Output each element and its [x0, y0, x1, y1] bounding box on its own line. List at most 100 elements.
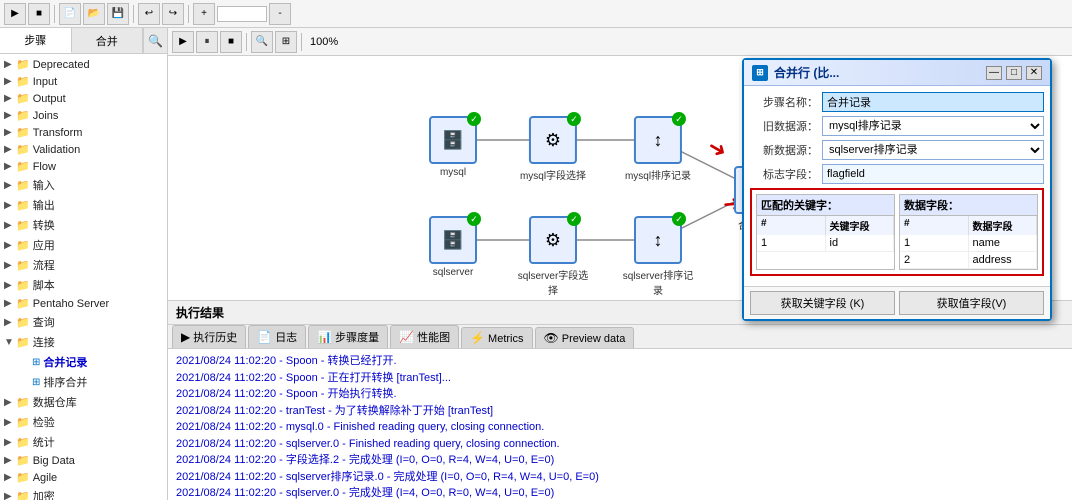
toolbar-btn-open[interactable]: 📂 — [83, 3, 105, 25]
folder-icon: 📁 — [16, 316, 30, 329]
toolbar-sep-2 — [133, 5, 134, 23]
form-row-flag: 标志字段： — [750, 164, 1044, 184]
folder-arrow: ▶ — [4, 59, 16, 70]
sidebar-item-20[interactable]: ▶📁统计 — [0, 432, 167, 452]
sidebar-item-17[interactable]: ⊞排序合并 — [0, 372, 167, 392]
dialog-maximize-btn[interactable]: □ — [1006, 66, 1022, 80]
results-tab-1[interactable]: 📄日志 — [248, 325, 306, 348]
folder-icon: 📁 — [16, 179, 30, 192]
sidebar-tab-merge[interactable]: 合并 — [72, 28, 144, 53]
results-tab-2[interactable]: 📊步骤度量 — [308, 325, 388, 348]
sidebar-item-label: Big Data — [33, 455, 75, 467]
sidebar-item-18[interactable]: ▶📁数据仓库 — [0, 392, 167, 412]
node-icon-box: ↕ ✓ — [634, 216, 682, 264]
tab-icon-1: 📄 — [257, 330, 272, 344]
sidebar-item-19[interactable]: ▶📁检验 — [0, 412, 167, 432]
folder-arrow: ▶ — [4, 397, 16, 408]
folder-icon: 📁 — [16, 297, 30, 310]
sidebar-item-23[interactable]: ▶📁加密 — [0, 486, 167, 500]
toolbar-btn-zoom-out[interactable]: - — [269, 3, 291, 25]
sidebar-item-3[interactable]: ▶📁Joins — [0, 107, 167, 124]
canvas-btn-zoom-in[interactable]: 🔍 — [251, 31, 273, 53]
canvas-btn-pause[interactable]: ⏸ — [196, 31, 218, 53]
canvas-node-sqlserver_field[interactable]: ⚙ ✓ sqlserver字段选择 — [513, 216, 593, 297]
tables-section: 匹配的关键字： # 关键字段 1id 数据字段： # 数据字段 — [750, 188, 1044, 276]
canvas-btn-run[interactable]: ▶ — [172, 31, 194, 53]
sidebar-item-10[interactable]: ▶📁应用 — [0, 235, 167, 255]
canvas-node-sqlserver_sort[interactable]: ↕ ✓ sqlserver排序记录 — [618, 216, 698, 297]
tab-icon-4: ⚡ — [470, 331, 485, 345]
canvas-node-sqlserver[interactable]: 🗄️ ✓ sqlserver — [429, 216, 477, 278]
toolbar-btn-save[interactable]: 💾 — [107, 3, 129, 25]
sidebar-tab-steps[interactable]: 步骤 — [0, 28, 72, 53]
toolbar-btn-redo[interactable]: ↪ — [162, 3, 184, 25]
sidebar-item-6[interactable]: ▶📁Flow — [0, 158, 167, 175]
match-row-num: 1 — [757, 235, 826, 252]
form-row-stepname: 步骤名称： — [750, 92, 1044, 112]
toolbar-btn-stop[interactable]: ■ — [28, 3, 50, 25]
sidebar-item-4[interactable]: ▶📁Transform — [0, 124, 167, 141]
data-table: 数据字段： # 数据字段 1name2address — [899, 194, 1038, 270]
zoom-input[interactable]: 100% — [217, 6, 267, 22]
sidebar-item-12[interactable]: ▶📁脚本 — [0, 275, 167, 295]
folder-arrow: ▶ — [4, 220, 16, 231]
folder-arrow: ▶ — [4, 200, 16, 211]
sidebar-item-9[interactable]: ▶📁转换 — [0, 215, 167, 235]
sidebar-item-5[interactable]: ▶📁Validation — [0, 141, 167, 158]
sidebar-search-btn[interactable]: 🔍 — [143, 28, 167, 53]
sidebar-item-22[interactable]: ▶📁Agile — [0, 469, 167, 486]
toolbar-sep-3 — [188, 5, 189, 23]
dialog-titlebar: ⊞ 合并行 (比... — □ ✕ — [744, 60, 1050, 86]
get-value-fields-button[interactable]: 获取值字段(V) — [899, 291, 1044, 315]
check-badge: ✓ — [567, 212, 581, 226]
node-icon-box: ⚙ ✓ — [529, 216, 577, 264]
canvas-node-mysql_sort[interactable]: ↕ ✓ mysql排序记录 — [625, 116, 691, 182]
step-name-input[interactable] — [822, 92, 1044, 112]
folder-icon: 📁 — [16, 436, 30, 449]
toolbar-btn-new[interactable]: 📄 — [59, 3, 81, 25]
canvas-node-mysql[interactable]: 🗄️ ✓ mysql — [429, 116, 477, 178]
sidebar-item-14[interactable]: ▶📁查询 — [0, 312, 167, 332]
old-source-select[interactable]: mysql排序记录 — [822, 116, 1044, 136]
toolbar-btn-run[interactable]: ▶ — [4, 3, 26, 25]
flag-input[interactable] — [822, 164, 1044, 184]
dialog-close-btn[interactable]: ✕ — [1026, 66, 1042, 80]
sidebar-item-13[interactable]: ▶📁Pentaho Server — [0, 295, 167, 312]
new-source-select[interactable]: sqlserver排序记录 — [822, 140, 1044, 160]
toolbar-btn-undo[interactable]: ↩ — [138, 3, 160, 25]
merge-dialog[interactable]: ⊞ 合并行 (比... — □ ✕ 步骤名称： 旧数据源： — [742, 58, 1052, 321]
canvas-area: ▶ ⏸ ■ 🔍 ⊞ 100% ➜ ➜ ➜ 🗄️ ✓ mysql ⚙ — [168, 28, 1072, 500]
sidebar-item-8[interactable]: ▶📁输出 — [0, 195, 167, 215]
get-key-fields-button[interactable]: 获取关键字段 (K) — [750, 291, 895, 315]
sidebar-item-1[interactable]: ▶📁Input — [0, 73, 167, 90]
toolbar-btn-zoom-in[interactable]: + — [193, 3, 215, 25]
sidebar-item-7[interactable]: ▶📁输入 — [0, 175, 167, 195]
data-col-field: 数据字段 — [969, 216, 1038, 235]
dialog-title: ⊞ 合并行 (比... — [752, 64, 839, 81]
match-table-header: 匹配的关键字： — [757, 195, 894, 216]
canvas-node-mysql_field[interactable]: ⚙ ✓ mysql字段选择 — [520, 116, 586, 182]
sidebar-item-label: 数据仓库 — [33, 394, 77, 410]
folder-icon: 📁 — [16, 219, 30, 232]
sidebar-item-15[interactable]: ▼📁连接 — [0, 332, 167, 352]
node-label: mysql字段选择 — [520, 167, 586, 182]
form-row-oldsource: 旧数据源： mysql排序记录 — [750, 116, 1044, 136]
results-tab-0[interactable]: ▶执行历史 — [172, 325, 246, 348]
dialog-title-icon: ⊞ — [752, 65, 768, 81]
sidebar: 步骤 合并 🔍 ▶📁Deprecated▶📁Input▶📁Output▶📁Joi… — [0, 28, 168, 500]
sidebar-item-16[interactable]: ⊞合并记录 — [0, 352, 167, 372]
results-tab-5[interactable]: 👁Preview data — [535, 327, 635, 348]
canvas-btn-zoom-fit[interactable]: ⊞ — [275, 31, 297, 53]
results-tab-4[interactable]: ⚡Metrics — [461, 327, 532, 348]
sidebar-item-11[interactable]: ▶📁流程 — [0, 255, 167, 275]
dialog-minimize-btn[interactable]: — — [986, 66, 1002, 80]
folder-icon: 📁 — [16, 109, 30, 122]
results-tab-3[interactable]: 📈性能图 — [390, 325, 459, 348]
match-table-row: 1id — [757, 235, 894, 252]
folder-icon: 📁 — [16, 160, 30, 173]
folder-arrow: ▶ — [4, 472, 16, 483]
sidebar-item-2[interactable]: ▶📁Output — [0, 90, 167, 107]
canvas-btn-stop[interactable]: ■ — [220, 31, 242, 53]
sidebar-item-21[interactable]: ▶📁Big Data — [0, 452, 167, 469]
sidebar-item-0[interactable]: ▶📁Deprecated — [0, 56, 167, 73]
